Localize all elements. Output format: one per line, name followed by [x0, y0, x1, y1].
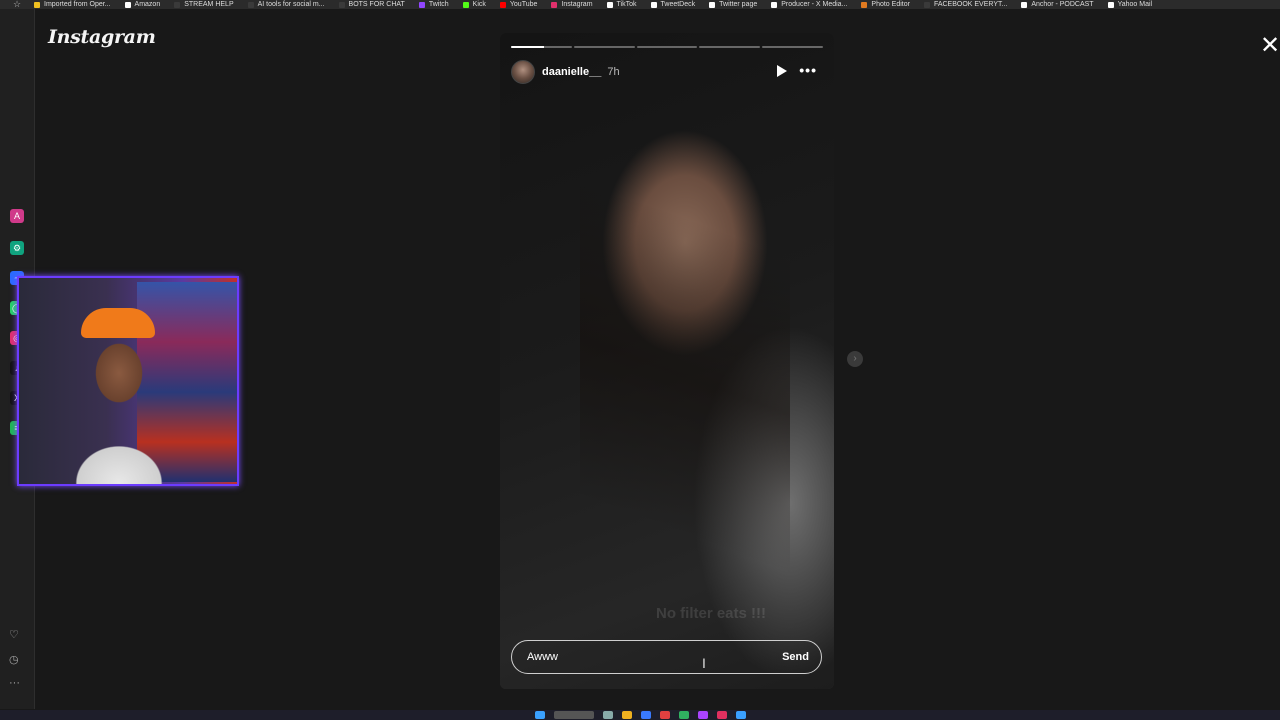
heart-icon[interactable]: ♡ — [9, 628, 19, 641]
bookmark-icon — [551, 1, 558, 8]
avatar[interactable] — [511, 60, 535, 84]
bookmarks-bar: ☆ Imported from Oper... Amazon STREAM HELP… — [0, 0, 1280, 9]
bookmark-label: Yahoo Mail — [1117, 1, 1153, 8]
search-icon[interactable] — [553, 711, 594, 719]
instagram-logo[interactable]: Instagram — [48, 26, 156, 48]
bookmark-item[interactable]: Amazon — [124, 1, 161, 8]
play-icon[interactable] — [777, 65, 787, 77]
bookmark-label: FACEBOOK EVERYT... — [933, 1, 1008, 8]
taskview-icon[interactable] — [602, 711, 613, 719]
bookmark-icon — [1107, 1, 1114, 8]
more-icon[interactable]: ··· — [9, 677, 20, 689]
chrome-icon[interactable] — [678, 711, 689, 719]
bookmark-label: Twitter page — [719, 1, 758, 8]
next-story-icon[interactable]: › — [847, 351, 863, 367]
bookmark-icon — [174, 1, 181, 8]
bookmark-item[interactable]: STREAM HELP — [174, 1, 234, 8]
bookmark-item[interactable]: Yahoo Mail — [1107, 1, 1153, 8]
obs-icon[interactable] — [697, 711, 708, 719]
bookmark-label: AI tools for social m... — [257, 1, 325, 8]
bookmark-item[interactable]: TikTok — [606, 1, 637, 8]
bookmark-label: TweetDeck — [660, 1, 696, 8]
webcam-person — [59, 318, 179, 484]
progress-segment — [573, 46, 635, 48]
bookmark-label: TikTok — [616, 1, 637, 8]
progress-segment — [762, 46, 823, 48]
bookmark-icon — [247, 1, 254, 8]
star-icon[interactable]: ☆ — [0, 0, 34, 9]
bookmark-item[interactable]: Twitch — [418, 1, 449, 8]
bookmark-icon — [124, 1, 131, 8]
progress-segment — [699, 46, 761, 48]
reply-field: Send — [511, 640, 822, 674]
progress-fill — [511, 46, 545, 48]
bookmark-item[interactable]: FACEBOOK EVERYT... — [923, 1, 1008, 8]
bookmark-label: Instagram — [561, 1, 593, 8]
bookmark-label: Imported from Oper... — [44, 1, 111, 8]
bookmark-icon — [709, 1, 716, 8]
bookmark-label: Producer - X Media... — [781, 1, 848, 8]
bookmark-label: Twitch — [428, 1, 449, 8]
bookmark-icon — [650, 1, 657, 8]
story-progress — [511, 46, 823, 48]
story-time: 7h — [607, 66, 620, 78]
history-icon[interactable]: ◷ — [9, 653, 19, 666]
app-icon[interactable] — [716, 711, 727, 719]
webcam-cap — [81, 308, 155, 338]
bookmark-label: YouTube — [509, 1, 538, 8]
progress-segment — [511, 46, 572, 48]
story-image-overlay — [580, 33, 790, 593]
bookmark-label: Photo Editor — [871, 1, 910, 8]
opera-icon[interactable] — [659, 711, 670, 719]
reply-input[interactable] — [527, 651, 783, 663]
bookmark-icon — [462, 1, 469, 8]
chatgpt-icon[interactable]: ⚙ — [10, 241, 24, 255]
bookmark-item[interactable]: Producer - X Media... — [771, 1, 847, 8]
bookmark-list: Imported from Oper... Amazon STREAM HELP AI… — [34, 1, 1166, 8]
bookmark-item[interactable]: Twitter page — [709, 1, 757, 8]
story-viewer[interactable]: daanielle__ 7h ••• No filter eats !!! Se… — [500, 33, 834, 689]
bookmark-item[interactable]: Imported from Oper... — [34, 1, 111, 8]
bookmark-item[interactable]: Photo Editor — [861, 1, 910, 8]
taskbar — [0, 710, 1280, 720]
bookmark-icon — [771, 1, 778, 8]
progress-segment — [636, 46, 698, 48]
more-options-icon[interactable]: ••• — [799, 63, 817, 77]
story-caption: No filter eats !!! — [656, 605, 767, 622]
bookmark-item[interactable]: BOTS FOR CHAT — [338, 1, 405, 8]
text-cursor-icon: I — [702, 655, 706, 671]
bookmark-label: Amazon — [134, 1, 161, 8]
bookmark-icon — [338, 1, 345, 8]
bookmark-label: BOTS FOR CHAT — [348, 1, 405, 8]
bookmark-label: Kick — [472, 1, 486, 8]
app-icon[interactable] — [735, 711, 746, 719]
send-button[interactable]: Send — [782, 651, 809, 663]
bookmark-label: Anchor - PODCAST — [1031, 1, 1094, 8]
edge-icon[interactable] — [640, 711, 651, 719]
app-icon[interactable]: A — [10, 209, 24, 223]
bookmark-icon — [1021, 1, 1028, 8]
bookmark-icon — [606, 1, 613, 8]
bookmark-icon — [418, 1, 425, 8]
story-header: daanielle__ 7h ••• — [511, 60, 823, 84]
bookmark-icon — [499, 1, 506, 8]
bookmark-icon — [923, 1, 930, 8]
bookmark-label: STREAM HELP — [184, 1, 234, 8]
bookmark-icon — [861, 1, 868, 8]
story-username[interactable]: daanielle__ — [542, 66, 601, 78]
close-icon[interactable]: ✕ — [1258, 34, 1280, 58]
bookmark-item[interactable]: AI tools for social m... — [247, 1, 325, 8]
bookmark-item[interactable]: TweetDeck — [650, 1, 696, 8]
start-icon[interactable] — [534, 711, 545, 719]
folder-icon[interactable] — [621, 711, 632, 719]
webcam-overlay — [17, 276, 239, 486]
bookmark-item[interactable]: Kick — [462, 1, 486, 8]
bookmark-item[interactable]: Anchor - PODCAST — [1021, 1, 1094, 8]
bookmark-icon — [34, 1, 40, 8]
bookmark-item[interactable]: YouTube — [499, 1, 538, 8]
bookmark-item[interactable]: Instagram — [551, 1, 593, 8]
